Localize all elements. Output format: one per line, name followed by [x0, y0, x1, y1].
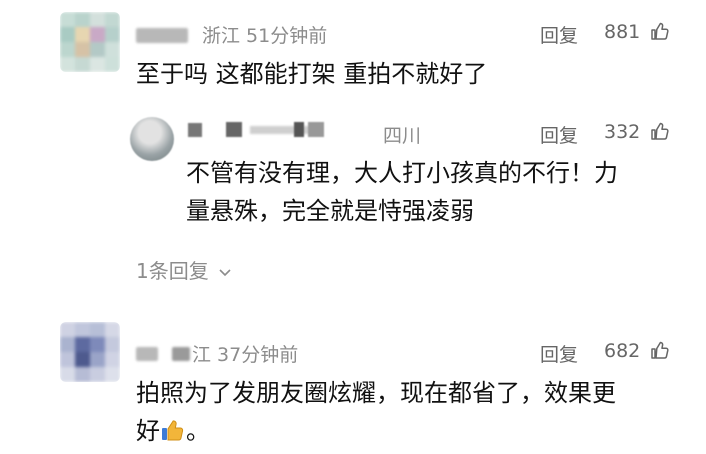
comment-text: 至于吗 这都能打架 重拍不就好了: [136, 60, 488, 88]
reply-text-line-2: 量悬殊，完全就是恃强凌弱: [186, 197, 474, 225]
location-time: 浙江 51分钟前: [202, 25, 328, 47]
reply-like-count: 332: [604, 121, 641, 143]
chevron-down-icon: [219, 269, 231, 277]
comment-text-end: 。: [186, 417, 210, 445]
more-replies-label: 1条回复: [136, 259, 209, 283]
reply-button[interactable]: 回复: [540, 21, 578, 48]
thumbs-up-icon: [651, 341, 669, 359]
comment-text-line-1: 拍照为了发朋友圈炫耀，现在都省了，效果更: [136, 379, 616, 407]
like-button[interactable]: 682: [604, 340, 670, 362]
username-fragment: [172, 347, 190, 361]
comment-text-line-2: 好 。: [136, 412, 210, 450]
comment-text-start: 好: [136, 417, 160, 445]
reply-like-button[interactable]: 332: [604, 121, 670, 143]
reply-reply-button[interactable]: 回复: [540, 121, 578, 148]
like-count: 682: [604, 340, 641, 362]
username[interactable]: [136, 28, 188, 43]
username[interactable]: [136, 347, 158, 361]
more-replies-link[interactable]: 1条回复: [136, 255, 232, 284]
thumbs-up-icon: [651, 122, 669, 140]
reply-username[interactable]: [186, 120, 336, 142]
reply-avatar[interactable]: [130, 117, 174, 161]
avatar[interactable]: [60, 12, 120, 72]
avatar[interactable]: [60, 322, 120, 382]
reply-button[interactable]: 回复: [540, 340, 578, 367]
like-button[interactable]: 881: [604, 21, 670, 43]
thumbs-up-emoji: [162, 420, 184, 441]
reply-location: 四川: [383, 125, 422, 147]
like-count: 881: [604, 21, 641, 43]
thumbs-up-icon: [651, 22, 669, 40]
reply-text-line-1: 不管有没有理，大人打小孩真的不行！力: [186, 159, 618, 187]
location-time: 江 37分钟前: [192, 344, 299, 366]
